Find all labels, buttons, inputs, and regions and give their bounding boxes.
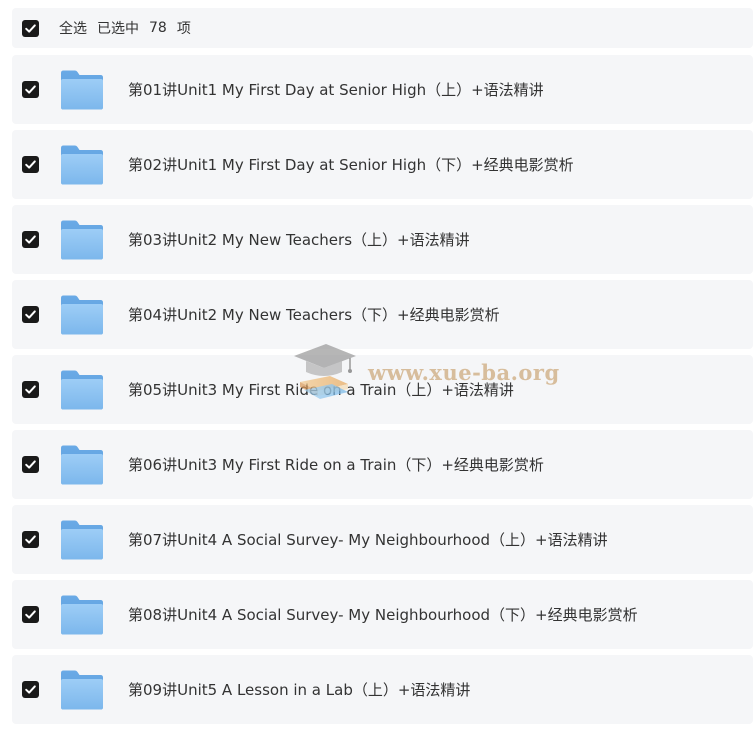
- row-checkbox[interactable]: [22, 156, 39, 173]
- row-checkbox[interactable]: [22, 381, 39, 398]
- folder-icon: [59, 219, 105, 261]
- check-icon: [25, 535, 36, 544]
- check-icon: [25, 460, 36, 469]
- folder-name[interactable]: 第04讲Unit2 My New Teachers（下）+经典电影赏析: [128, 304, 500, 325]
- folder-row[interactable]: 第04讲Unit2 My New Teachers（下）+经典电影赏析: [12, 280, 753, 349]
- check-icon: [25, 610, 36, 619]
- check-icon: [25, 23, 36, 33]
- folder-icon: [59, 69, 105, 111]
- folder-row[interactable]: 第07讲Unit4 A Social Survey- My Neighbourh…: [12, 505, 753, 574]
- folder-icon: [59, 444, 105, 486]
- check-icon: [25, 685, 36, 694]
- folder-row[interactable]: 第06讲Unit3 My First Ride on a Train（下）+经典…: [12, 430, 753, 499]
- folder-name[interactable]: 第02讲Unit1 My First Day at Senior High（下）…: [128, 154, 574, 175]
- folder-row[interactable]: 第08讲Unit4 A Social Survey- My Neighbourh…: [12, 580, 753, 649]
- check-icon: [25, 310, 36, 319]
- folder-icon: [59, 144, 105, 186]
- folder-icon: [59, 669, 105, 711]
- select-all-checkbox[interactable]: [22, 19, 39, 37]
- row-checkbox[interactable]: [22, 306, 39, 323]
- row-checkbox[interactable]: [22, 456, 39, 473]
- folder-row[interactable]: 第01讲Unit1 My First Day at Senior High（上）…: [12, 55, 753, 124]
- folder-icon: [59, 519, 105, 561]
- items-unit: 项: [176, 21, 191, 37]
- row-checkbox[interactable]: [22, 231, 39, 248]
- folder-name[interactable]: 第01讲Unit1 My First Day at Senior High（上）…: [128, 79, 544, 100]
- check-icon: [25, 160, 36, 169]
- select-all-label[interactable]: 全选: [59, 18, 87, 38]
- row-checkbox[interactable]: [22, 81, 39, 98]
- folder-name[interactable]: 第06讲Unit3 My First Ride on a Train（下）+经典…: [128, 454, 544, 475]
- folder-row[interactable]: 第05讲Unit3 My First Ride on a Train（上）+语法…: [12, 355, 753, 424]
- folder-list: 第01讲Unit1 My First Day at Senior High（上）…: [12, 55, 753, 730]
- folder-row[interactable]: 第09讲Unit5 A Lesson in a Lab（上）+语法精讲: [12, 655, 753, 724]
- row-checkbox[interactable]: [22, 681, 39, 698]
- folder-icon: [59, 594, 105, 636]
- folder-name[interactable]: 第05讲Unit3 My First Ride on a Train（上）+语法…: [128, 379, 514, 400]
- row-checkbox[interactable]: [22, 531, 39, 548]
- folder-name[interactable]: 第09讲Unit5 A Lesson in a Lab（上）+语法精讲: [128, 679, 470, 700]
- folder-row[interactable]: 第02讲Unit1 My First Day at Senior High（下）…: [12, 130, 753, 199]
- folder-name[interactable]: 第03讲Unit2 My New Teachers（上）+语法精讲: [128, 229, 470, 250]
- check-icon: [25, 235, 36, 244]
- selected-count: 78: [149, 20, 167, 36]
- folder-icon: [59, 369, 105, 411]
- row-checkbox[interactable]: [22, 606, 39, 623]
- check-icon: [25, 85, 36, 94]
- folder-row[interactable]: 第03讲Unit2 My New Teachers（上）+语法精讲: [12, 205, 753, 274]
- folder-name[interactable]: 第08讲Unit4 A Social Survey- My Neighbourh…: [128, 604, 638, 625]
- folder-name[interactable]: 第07讲Unit4 A Social Survey- My Neighbourh…: [128, 529, 608, 550]
- check-icon: [25, 385, 36, 394]
- folder-icon: [59, 294, 105, 336]
- selection-header: 全选 已选中 78 项: [12, 8, 753, 48]
- selected-label: 已选中: [97, 21, 139, 37]
- selection-summary: 全选 已选中 78 项: [59, 18, 191, 38]
